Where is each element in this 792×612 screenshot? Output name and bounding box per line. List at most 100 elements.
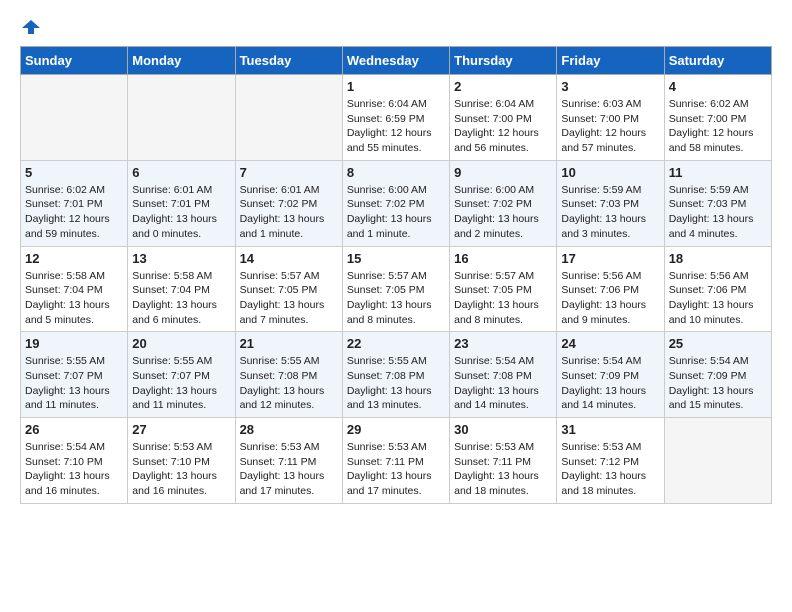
calendar-week-row: 1 Sunrise: 6:04 AMSunset: 6:59 PMDaylight… <box>21 75 772 161</box>
calendar-day-cell: 11Sunrise: 5:59 AMSunset: 7:03 PMDayligh… <box>664 160 771 246</box>
calendar-day-cell: 3 Sunrise: 6:03 AMSunset: 7:00 PMDaylight… <box>557 75 664 161</box>
calendar-day-cell: 25 Sunrise: 5:54 AMSunset: 7:09 PMDayligh… <box>664 332 771 418</box>
calendar-day-cell: 26 Sunrise: 5:54 AMSunset: 7:10 PMDayligh… <box>21 418 128 504</box>
day-info: Sunrise: 5:59 AMSunset: 7:03 PMDaylight:… <box>669 183 767 242</box>
day-number: 9 <box>454 165 552 180</box>
day-info: Sunrise: 5:53 AMSunset: 7:12 PMDaylight:… <box>561 440 659 499</box>
day-number: 28 <box>240 422 338 437</box>
day-info: Sunrise: 5:54 AMSunset: 7:10 PMDaylight:… <box>25 440 123 499</box>
day-number: 27 <box>132 422 230 437</box>
day-number: 23 <box>454 336 552 351</box>
calendar-day-cell: 28 Sunrise: 5:53 AMSunset: 7:11 PMDayligh… <box>235 418 342 504</box>
calendar-header-row: SundayMondayTuesdayWednesdayThursdayFrid… <box>21 47 772 75</box>
day-number: 3 <box>561 79 659 94</box>
calendar-day-cell: 13 Sunrise: 5:58 AMSunset: 7:04 PMDayligh… <box>128 246 235 332</box>
day-info: Sunrise: 6:01 AMSunset: 7:01 PMDaylight:… <box>132 183 230 242</box>
day-info: Sunrise: 5:55 AMSunset: 7:07 PMDaylight:… <box>25 354 123 413</box>
day-info: Sunrise: 5:53 AMSunset: 7:11 PMDaylight:… <box>454 440 552 499</box>
day-number: 13 <box>132 251 230 266</box>
day-number: 2 <box>454 79 552 94</box>
day-info: Sunrise: 6:02 AMSunset: 7:00 PMDaylight:… <box>669 97 767 156</box>
calendar-table: SundayMondayTuesdayWednesdayThursdayFrid… <box>20 46 772 504</box>
calendar-day-cell: 8 Sunrise: 6:00 AMSunset: 7:02 PMDaylight… <box>342 160 449 246</box>
day-info: Sunrise: 6:04 AMSunset: 6:59 PMDaylight:… <box>347 97 445 156</box>
day-info: Sunrise: 6:00 AMSunset: 7:02 PMDaylight:… <box>454 183 552 242</box>
calendar-day-cell: 18Sunrise: 5:56 AMSunset: 7:06 PMDayligh… <box>664 246 771 332</box>
day-number: 24 <box>561 336 659 351</box>
calendar-col-header: Saturday <box>664 47 771 75</box>
day-number: 8 <box>347 165 445 180</box>
day-info: Sunrise: 5:56 AMSunset: 7:06 PMDaylight:… <box>561 269 659 328</box>
calendar-day-cell: 4 Sunrise: 6:02 AMSunset: 7:00 PMDaylight… <box>664 75 771 161</box>
day-number: 4 <box>669 79 767 94</box>
day-number: 7 <box>240 165 338 180</box>
calendar-day-cell: 19 Sunrise: 5:55 AMSunset: 7:07 PMDayligh… <box>21 332 128 418</box>
calendar-day-cell: 12Sunrise: 5:58 AMSunset: 7:04 PMDayligh… <box>21 246 128 332</box>
day-number: 10 <box>561 165 659 180</box>
day-info: Sunrise: 6:01 AMSunset: 7:02 PMDaylight:… <box>240 183 338 242</box>
day-info: Sunrise: 5:57 AMSunset: 7:05 PMDaylight:… <box>240 269 338 328</box>
day-info: Sunrise: 5:57 AMSunset: 7:05 PMDaylight:… <box>347 269 445 328</box>
day-number: 15 <box>347 251 445 266</box>
calendar-day-cell: 30Sunrise: 5:53 AMSunset: 7:11 PMDayligh… <box>450 418 557 504</box>
calendar-week-row: 12Sunrise: 5:58 AMSunset: 7:04 PMDayligh… <box>21 246 772 332</box>
day-number: 1 <box>347 79 445 94</box>
day-number: 17 <box>561 251 659 266</box>
day-info: Sunrise: 5:54 AMSunset: 7:08 PMDaylight:… <box>454 354 552 413</box>
day-info: Sunrise: 5:55 AMSunset: 7:07 PMDaylight:… <box>132 354 230 413</box>
day-number: 22 <box>347 336 445 351</box>
calendar-day-cell: 24 Sunrise: 5:54 AMSunset: 7:09 PMDayligh… <box>557 332 664 418</box>
calendar-day-cell <box>21 75 128 161</box>
calendar-week-row: 5 Sunrise: 6:02 AMSunset: 7:01 PMDaylight… <box>21 160 772 246</box>
day-number: 20 <box>132 336 230 351</box>
day-number: 26 <box>25 422 123 437</box>
calendar-day-cell: 23 Sunrise: 5:54 AMSunset: 7:08 PMDayligh… <box>450 332 557 418</box>
day-info: Sunrise: 6:02 AMSunset: 7:01 PMDaylight:… <box>25 183 123 242</box>
day-info: Sunrise: 6:00 AMSunset: 7:02 PMDaylight:… <box>347 183 445 242</box>
day-number: 21 <box>240 336 338 351</box>
day-number: 31 <box>561 422 659 437</box>
day-number: 29 <box>347 422 445 437</box>
day-info: Sunrise: 5:57 AMSunset: 7:05 PMDaylight:… <box>454 269 552 328</box>
day-info: Sunrise: 6:03 AMSunset: 7:00 PMDaylight:… <box>561 97 659 156</box>
day-number: 25 <box>669 336 767 351</box>
day-info: Sunrise: 5:58 AMSunset: 7:04 PMDaylight:… <box>25 269 123 328</box>
day-info: Sunrise: 5:55 AMSunset: 7:08 PMDaylight:… <box>240 354 338 413</box>
calendar-day-cell: 15 Sunrise: 5:57 AMSunset: 7:05 PMDayligh… <box>342 246 449 332</box>
day-info: Sunrise: 6:04 AMSunset: 7:00 PMDaylight:… <box>454 97 552 156</box>
day-info: Sunrise: 5:53 AMSunset: 7:11 PMDaylight:… <box>347 440 445 499</box>
day-number: 19 <box>25 336 123 351</box>
calendar-day-cell: 17 Sunrise: 5:56 AMSunset: 7:06 PMDayligh… <box>557 246 664 332</box>
logo-bird-icon <box>22 18 40 36</box>
calendar-day-cell: 22Sunrise: 5:55 AMSunset: 7:08 PMDayligh… <box>342 332 449 418</box>
calendar-col-header: Wednesday <box>342 47 449 75</box>
day-info: Sunrise: 5:53 AMSunset: 7:10 PMDaylight:… <box>132 440 230 499</box>
day-number: 16 <box>454 251 552 266</box>
calendar-day-cell: 14 Sunrise: 5:57 AMSunset: 7:05 PMDayligh… <box>235 246 342 332</box>
calendar-day-cell <box>664 418 771 504</box>
day-info: Sunrise: 5:54 AMSunset: 7:09 PMDaylight:… <box>669 354 767 413</box>
day-info: Sunrise: 5:53 AMSunset: 7:11 PMDaylight:… <box>240 440 338 499</box>
calendar-day-cell: 21 Sunrise: 5:55 AMSunset: 7:08 PMDayligh… <box>235 332 342 418</box>
calendar-day-cell: 9 Sunrise: 6:00 AMSunset: 7:02 PMDaylight… <box>450 160 557 246</box>
calendar-day-cell: 1 Sunrise: 6:04 AMSunset: 6:59 PMDaylight… <box>342 75 449 161</box>
day-number: 18 <box>669 251 767 266</box>
calendar-day-cell: 7 Sunrise: 6:01 AMSunset: 7:02 PMDaylight… <box>235 160 342 246</box>
calendar-day-cell: 6 Sunrise: 6:01 AMSunset: 7:01 PMDaylight… <box>128 160 235 246</box>
calendar-day-cell: 10 Sunrise: 5:59 AMSunset: 7:03 PMDayligh… <box>557 160 664 246</box>
calendar-day-cell: 2 Sunrise: 6:04 AMSunset: 7:00 PMDaylight… <box>450 75 557 161</box>
day-number: 6 <box>132 165 230 180</box>
day-info: Sunrise: 5:54 AMSunset: 7:09 PMDaylight:… <box>561 354 659 413</box>
day-number: 5 <box>25 165 123 180</box>
logo <box>20 20 40 36</box>
calendar-day-cell: 20 Sunrise: 5:55 AMSunset: 7:07 PMDayligh… <box>128 332 235 418</box>
calendar-col-header: Thursday <box>450 47 557 75</box>
calendar-day-cell: 27 Sunrise: 5:53 AMSunset: 7:10 PMDayligh… <box>128 418 235 504</box>
calendar-day-cell: 5 Sunrise: 6:02 AMSunset: 7:01 PMDaylight… <box>21 160 128 246</box>
page-header <box>20 20 772 36</box>
calendar-week-row: 26 Sunrise: 5:54 AMSunset: 7:10 PMDayligh… <box>21 418 772 504</box>
day-info: Sunrise: 5:58 AMSunset: 7:04 PMDaylight:… <box>132 269 230 328</box>
calendar-day-cell: 29 Sunrise: 5:53 AMSunset: 7:11 PMDayligh… <box>342 418 449 504</box>
day-info: Sunrise: 5:59 AMSunset: 7:03 PMDaylight:… <box>561 183 659 242</box>
day-number: 14 <box>240 251 338 266</box>
